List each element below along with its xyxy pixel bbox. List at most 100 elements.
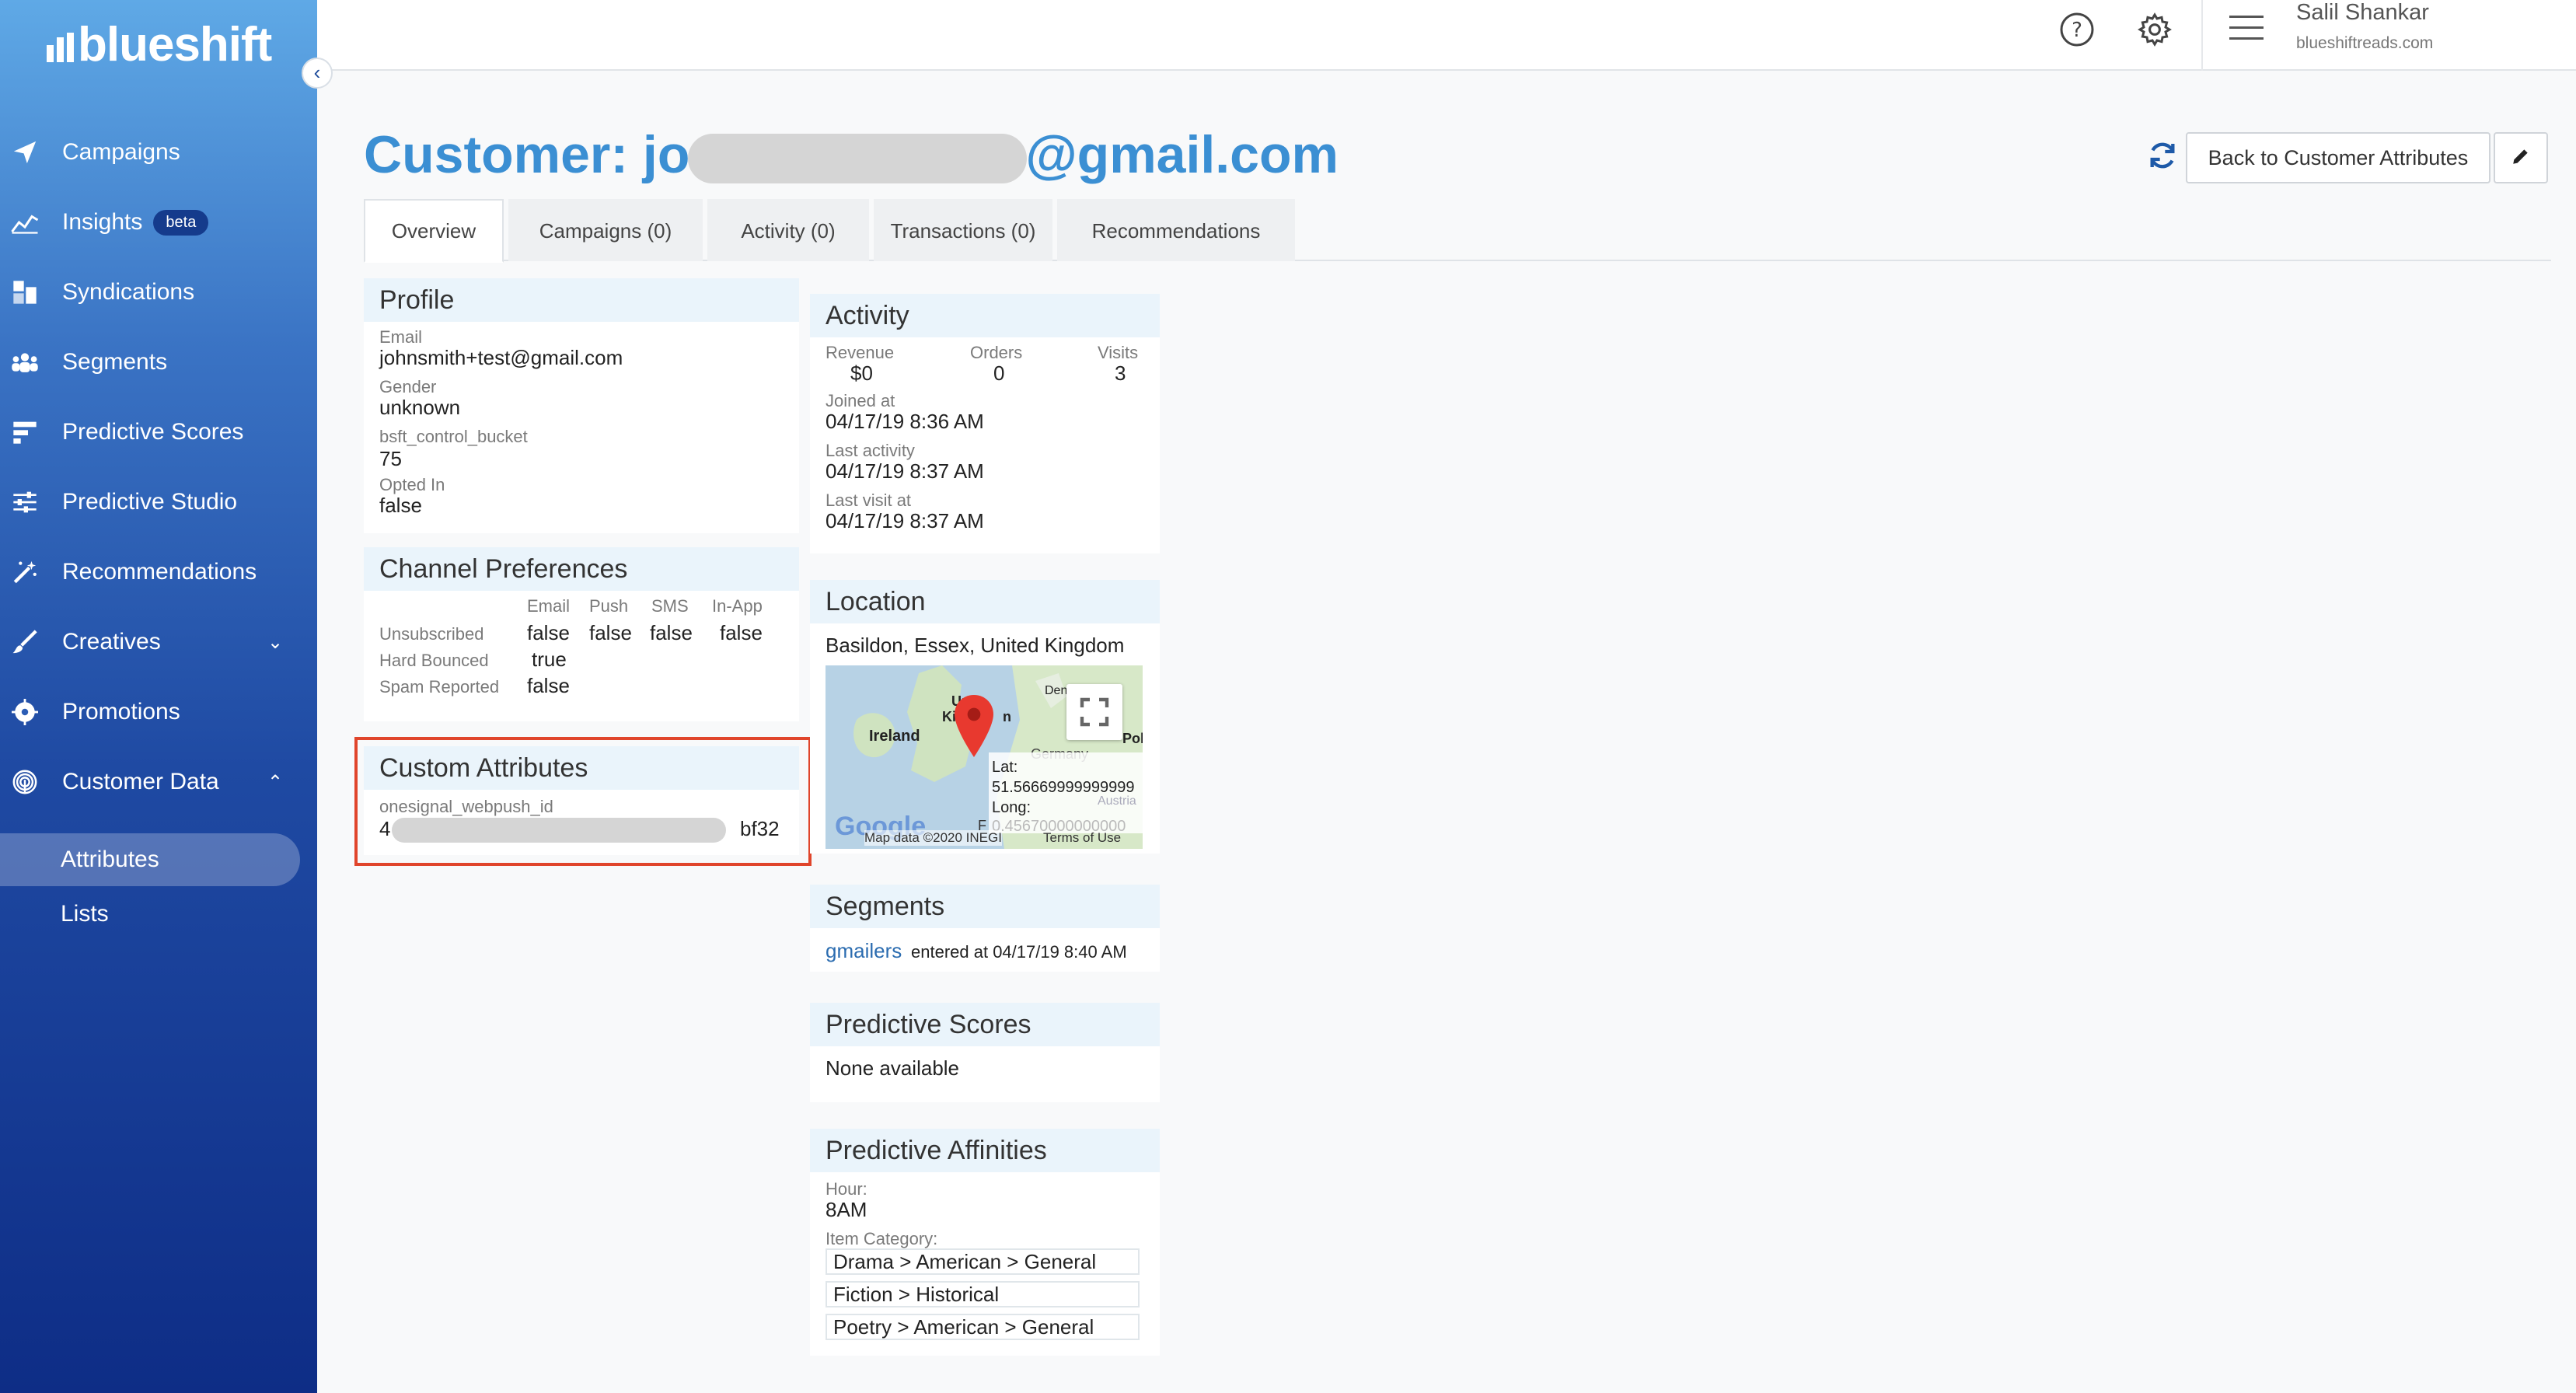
sidebar-subitem-label: Lists [61, 901, 109, 927]
sidebar-item-label: Syndications [62, 279, 195, 305]
refresh-icon[interactable] [2147, 140, 2178, 171]
profile-value: false [379, 494, 422, 517]
sidebar-item-creatives[interactable]: Creatives ⌄ [0, 611, 317, 673]
fullscreen-button[interactable] [1066, 684, 1122, 740]
gear-icon[interactable] [2136, 11, 2173, 48]
profile-value: unknown [379, 396, 461, 419]
user-domain: blueshiftreads.com [2296, 34, 2434, 52]
sidebar-item-label: Customer Data [62, 769, 219, 794]
profile-value: johnsmith+test@gmail.com [379, 346, 623, 369]
channel-column-header: SMS [651, 596, 689, 616]
fingerprint-icon [11, 768, 39, 796]
activity-stat-label: Visits [1098, 343, 1139, 362]
affinity-category-item: Drama > American > General [826, 1248, 1140, 1275]
segment-link[interactable]: gmailers [826, 939, 902, 963]
badge-gear-icon [11, 698, 39, 726]
profile-card: Profile Email johnsmith+test@gmail.com G… [364, 278, 799, 533]
sidebar-item-campaigns[interactable]: Campaigns [0, 121, 317, 183]
sidebar-subitem-lists[interactable]: Lists [0, 888, 109, 941]
tab-overview[interactable]: Overview [364, 199, 504, 263]
topbar: ? Salil Shankar blueshiftreads.com [317, 0, 2576, 71]
edit-button[interactable] [2494, 132, 2548, 183]
channel-column-header: Push [589, 596, 629, 616]
brand-name: blueshift [78, 18, 272, 72]
tab-activity[interactable]: Activity (0) [707, 199, 869, 261]
map-lat-label: Lat: [992, 759, 1018, 776]
activity-value: 04/17/19 8:37 AM [826, 509, 984, 532]
hamburger-menu-icon[interactable] [2229, 16, 2264, 42]
line-chart-icon [11, 208, 39, 236]
predictive-scores-title: Predictive Scores [810, 1003, 1160, 1046]
activity-label: Joined at [826, 391, 895, 410]
page-title-suffix: @gmail.com [1025, 125, 1339, 184]
profile-value: 75 [379, 447, 402, 470]
activity-stat-value: $0 [850, 361, 873, 385]
sidebar-item-insights[interactable]: Insights beta [0, 191, 317, 253]
activity-card: Activity Revenue $0 Orders 0 Visits 3 Jo… [810, 294, 1160, 553]
tab-transactions[interactable]: Transactions (0) [874, 199, 1052, 261]
map-long-label: Long: [992, 799, 1031, 816]
brand-logo[interactable]: blueshift [47, 17, 272, 72]
channel-column-header: In-App [712, 596, 763, 616]
sidebar-item-promotions[interactable]: Promotions [0, 681, 317, 743]
segments-card-title: Segments [810, 885, 1160, 928]
activity-label: Last visit at [826, 491, 912, 510]
channel-value: false [650, 621, 693, 644]
affinity-hour-value: 8AM [826, 1198, 867, 1221]
user-name[interactable]: Salil Shankar [2296, 0, 2429, 26]
channel-value: false [527, 621, 570, 644]
tab-label: Transactions (0) [890, 218, 1036, 243]
sidebar-item-label: Recommendations [62, 559, 257, 585]
sidebar-item-label: Predictive Studio [62, 489, 238, 515]
map-pin-icon[interactable] [955, 695, 993, 761]
tab-campaigns[interactable]: Campaigns (0) [508, 199, 703, 261]
sidebar-item-segments[interactable]: Segments [0, 331, 317, 393]
channel-preferences-title: Channel Preferences [364, 547, 799, 591]
highlight-box [354, 737, 812, 866]
brush-icon [11, 628, 39, 656]
affinity-hour-label: Hour: [826, 1179, 867, 1199]
affinity-category-label: Item Category: [826, 1229, 938, 1248]
location-card-title: Location [810, 580, 1160, 623]
beta-badge: beta [153, 209, 209, 236]
magic-wand-icon [11, 558, 39, 586]
back-to-customer-attributes-button[interactable]: Back to Customer Attributes [2186, 132, 2490, 183]
sidebar-item-label: Creatives [62, 629, 161, 655]
sidebar-subitem-label: Attributes [61, 847, 159, 872]
channel-row-label: Hard Bounced [379, 651, 489, 670]
activity-stat-label: Revenue [826, 343, 895, 362]
sidebar-item-syndications[interactable]: Syndications [0, 261, 317, 323]
pencil-icon [2511, 146, 2531, 170]
map-label-faded: Austria [1098, 794, 1136, 808]
sidebar-item-predictive-studio[interactable]: Predictive Studio [0, 471, 317, 533]
segments-card: Segments gmailers entered at 04/17/19 8:… [810, 885, 1160, 972]
tab-label: Campaigns (0) [539, 218, 672, 243]
map-label: Den [1045, 684, 1068, 697]
profile-label: Opted In [379, 475, 445, 494]
map-attribution: Map data ©2020 INEGI [864, 830, 1002, 846]
sidebar-item-predictive-scores[interactable]: Predictive Scores [0, 401, 317, 463]
location-map[interactable]: Ireland Un Kin n Den Germany Pol Lat: 51… [826, 665, 1143, 849]
page-title: Customer: jo @gmail.com [364, 124, 1339, 185]
profile-label: bsft_control_bucket [379, 427, 528, 446]
predictive-scores-card: Predictive Scores None available [810, 1003, 1160, 1102]
logo-bars-icon [47, 33, 76, 62]
predictive-affinities-title: Predictive Affinities [810, 1129, 1160, 1172]
activity-stat-label: Orders [970, 343, 1023, 362]
sidebar-item-recommendations[interactable]: Recommendations [0, 541, 317, 603]
channel-value: true [532, 648, 567, 671]
sidebar-item-label: Promotions [62, 699, 180, 724]
activity-label: Last activity [826, 441, 915, 460]
page-title-prefix: Customer: jo [364, 125, 690, 184]
sidebar-collapse-button[interactable]: ‹ [302, 58, 333, 89]
activity-value: 04/17/19 8:37 AM [826, 459, 984, 483]
tab-recommendations[interactable]: Recommendations [1057, 199, 1295, 261]
sidebar-item-customer-data[interactable]: Customer Data ⌃ [0, 751, 317, 813]
activity-stat-value: 3 [1115, 361, 1126, 385]
map-label: Ireland [869, 728, 920, 745]
channel-preferences-card: Channel Preferences Email Push SMS In-Ap… [364, 547, 799, 721]
map-terms-link[interactable]: Terms of Use [1043, 830, 1121, 846]
sidebar-subitem-attributes[interactable]: Attributes [0, 833, 300, 886]
map-label: n [1003, 709, 1011, 724]
help-icon[interactable]: ? [2058, 11, 2096, 48]
